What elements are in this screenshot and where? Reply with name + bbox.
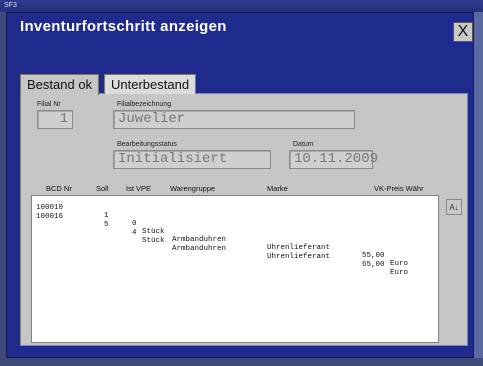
- table-row[interactable]: 100016 5 4 Stück Armbanduhren Uhrenliefe…: [36, 205, 408, 277]
- col-header-vk-preis-waehr[interactable]: VK-Preis Währ: [374, 184, 424, 193]
- filial-nr-label: Filial Nr: [37, 101, 61, 108]
- background-window-edge: [474, 12, 483, 366]
- close-icon: X: [457, 23, 469, 40]
- dialog-title: Inventurfortschritt anzeigen: [20, 18, 227, 35]
- datum-field[interactable]: 10.11.2009: [289, 150, 378, 169]
- datum-label: Datum: [293, 141, 314, 148]
- bearbeitungsstatus-field[interactable]: Initialisiert: [113, 150, 271, 169]
- tab-bestand-ok[interactable]: Bestand ok: [20, 74, 100, 95]
- filialbezeichnung-label: Filialbezeichnung: [117, 101, 172, 108]
- cell-warengruppe: Armbanduhren: [172, 245, 227, 253]
- col-header-ist-vpe[interactable]: Ist VPE: [126, 184, 151, 193]
- col-header-soll[interactable]: Soll: [96, 184, 109, 193]
- cell-soll: 5: [104, 221, 109, 229]
- titlebar-text: SF3: [4, 2, 17, 9]
- cell-ist: 0: [132, 220, 137, 228]
- cell-soll: 1: [104, 212, 109, 220]
- col-header-marke[interactable]: Marke: [267, 184, 288, 193]
- tab-unterbestand[interactable]: Unterbestand: [104, 74, 197, 94]
- col-header-bcd-nr[interactable]: BCD Nr: [46, 184, 72, 193]
- sort-az-icon: A↓: [449, 202, 459, 212]
- filial-nr-field[interactable]: 1: [37, 110, 73, 129]
- col-header-warengruppe[interactable]: Warengruppe: [170, 184, 215, 193]
- cell-waehr: Euro: [390, 269, 409, 277]
- cell-vpe: Stück: [142, 237, 165, 245]
- bearbeitungsstatus-label: Bearbeitungsstatus: [117, 141, 177, 148]
- cell-marke: Uhrenlieferant: [267, 253, 331, 261]
- cell-marke: Uhrenlieferant: [267, 244, 331, 252]
- close-button[interactable]: X: [453, 22, 473, 42]
- filialbezeichnung-field[interactable]: Juwelier: [113, 110, 355, 129]
- desktop-bottom: [0, 358, 483, 366]
- cell-waehr: Euro: [390, 260, 409, 268]
- sort-button[interactable]: A↓: [446, 199, 462, 215]
- cell-warengruppe: Armbanduhren: [172, 236, 227, 244]
- cell-preis: 65,00: [362, 261, 385, 269]
- titlebar: SF3: [0, 0, 483, 12]
- cell-preis: 55,00: [362, 252, 385, 260]
- inventory-list[interactable]: [31, 195, 439, 343]
- cell-bcd-nr: 100016: [36, 213, 64, 221]
- cell-vpe: Stück: [142, 228, 165, 236]
- cell-ist: 4: [132, 229, 137, 237]
